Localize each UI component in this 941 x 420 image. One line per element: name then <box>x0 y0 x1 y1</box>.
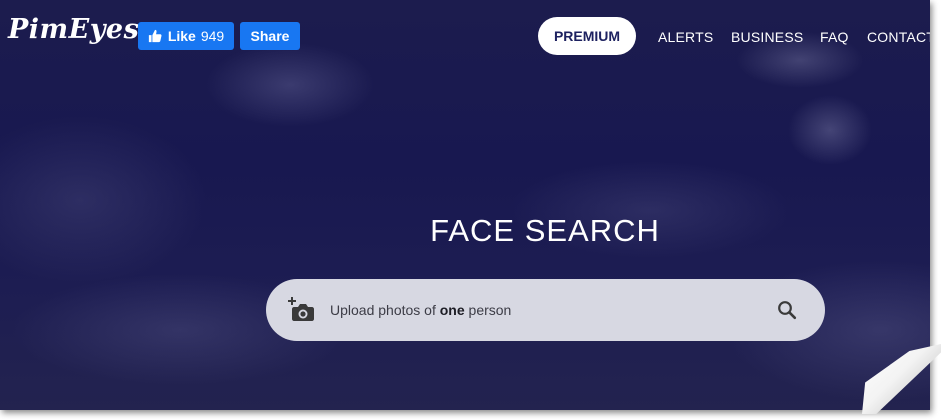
premium-button[interactable]: PREMIUM <box>538 17 636 55</box>
search-icon[interactable] <box>777 300 797 320</box>
nav-contact[interactable]: CONTACT <box>867 29 930 45</box>
pimeyes-logo[interactable]: PimEyes <box>8 14 139 45</box>
thumbs-up-icon <box>148 29 162 43</box>
page-frame: PimEyes Like 949 Share PREMIUM ALERTS BU… <box>0 0 930 410</box>
nav-business[interactable]: BUSINESS <box>731 29 803 45</box>
nav-faq[interactable]: FAQ <box>820 29 849 45</box>
like-label: Like <box>167 28 196 44</box>
facebook-share-button[interactable]: Share <box>240 22 300 50</box>
like-count: 949 <box>200 28 225 44</box>
nav-alerts[interactable]: ALERTS <box>658 29 713 45</box>
face-search-bar[interactable]: Upload photos of one person <box>266 279 825 341</box>
search-placeholder[interactable]: Upload photos of one person <box>330 302 511 318</box>
search-placeholder-suffix: person <box>464 302 512 318</box>
add-camera-icon[interactable] <box>288 296 316 324</box>
search-placeholder-emphasis: one <box>439 302 465 318</box>
search-placeholder-prefix: Upload photos of <box>330 302 440 318</box>
facebook-like-button[interactable]: Like 949 <box>138 22 234 50</box>
page-title: FACE SEARCH <box>430 213 660 248</box>
